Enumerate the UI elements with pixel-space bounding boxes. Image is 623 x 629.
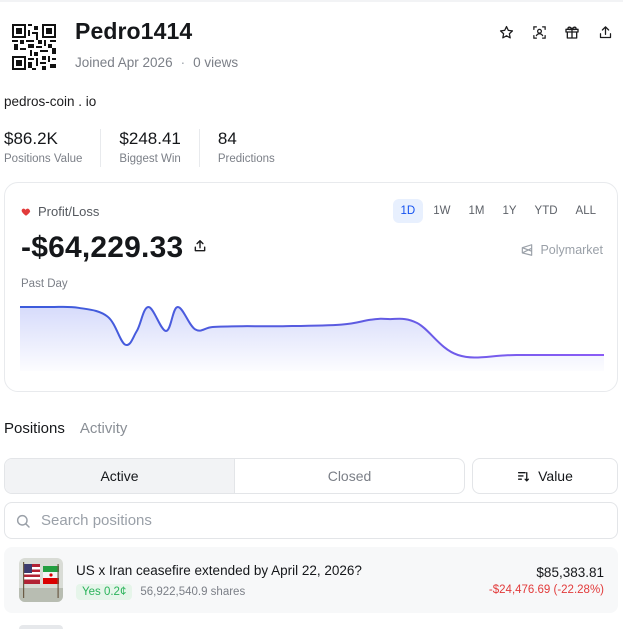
profile-bio: pedros-coin . io xyxy=(4,94,97,109)
position-value: $85,383.81 xyxy=(536,565,604,580)
profile-username: Pedro1414 xyxy=(75,18,193,44)
range-1w[interactable]: 1W xyxy=(425,199,458,223)
joined-date: Joined Apr 2026 xyxy=(75,55,173,70)
search-bar xyxy=(4,502,618,539)
share-icon[interactable] xyxy=(193,239,207,253)
meta-separator: · xyxy=(180,55,186,70)
range-ytd[interactable]: YTD xyxy=(527,199,566,223)
profile-meta: Joined Apr 2026 · 0 views xyxy=(75,55,238,70)
sort-label: Value xyxy=(538,468,573,484)
range-1y[interactable]: 1Y xyxy=(494,199,524,223)
stat-value: $248.41 xyxy=(119,129,181,148)
stat-biggest-win: $248.41 Biggest Win xyxy=(119,129,200,167)
qr-code-avatar xyxy=(12,24,56,70)
profit-loss-chart xyxy=(20,305,604,371)
profit-loss-card: Profit/Loss 1D 1W 1M 1Y YTD ALL -$64,229… xyxy=(4,182,618,392)
polymarket-label: Polymarket xyxy=(540,243,603,257)
time-range-selector: 1D 1W 1M 1Y YTD ALL xyxy=(392,199,604,223)
stat-positions-value: $86.2K Positions Value xyxy=(4,129,102,167)
position-status-toggle: Active Closed xyxy=(4,458,465,494)
sort-icon xyxy=(518,471,530,481)
tab-positions[interactable]: Positions xyxy=(4,420,65,437)
stat-label: Biggest Win xyxy=(119,153,181,165)
stat-predictions: 84 Predictions xyxy=(218,129,293,167)
polymarket-logo-icon xyxy=(522,244,533,256)
profile-stats: $86.2K Positions Value $248.41 Biggest W… xyxy=(4,129,311,167)
position-row[interactable]: US x Iran ceasefire extended by April 22… xyxy=(4,547,618,613)
position-change: -$24,476.69 (-22.28%) xyxy=(488,584,604,596)
outcome-badge: Yes 0.2¢ xyxy=(76,584,133,600)
market-thumbnail xyxy=(19,558,63,602)
view-count: 0 views xyxy=(193,55,239,70)
gift-icon[interactable] xyxy=(564,22,580,42)
sort-value-button[interactable]: Value xyxy=(472,458,618,494)
profit-loss-label: Profit/Loss xyxy=(38,204,100,219)
next-position-thumbnail xyxy=(19,625,63,629)
search-icon xyxy=(16,514,30,528)
range-all[interactable]: ALL xyxy=(568,199,604,223)
period-label: Past Day xyxy=(21,278,68,290)
share-icon[interactable] xyxy=(597,22,613,42)
stat-value: 84 xyxy=(217,129,237,148)
filter-closed-button[interactable]: Closed xyxy=(235,459,464,493)
star-icon[interactable] xyxy=(498,22,514,42)
stat-label: Positions Value xyxy=(4,153,83,165)
heart-icon xyxy=(21,208,31,216)
share-count: 56,922,540.9 shares xyxy=(140,586,246,598)
tab-activity[interactable]: Activity xyxy=(80,420,128,437)
stat-value: $86.2K xyxy=(4,129,58,148)
profit-loss-value-row: -$64,229.33 xyxy=(21,231,207,265)
position-details: Yes 0.2¢ 56,922,540.9 shares xyxy=(76,584,245,600)
header-actions xyxy=(498,22,613,42)
scan-face-icon[interactable] xyxy=(531,22,547,42)
profit-loss-value: -$64,229.33 xyxy=(21,231,184,264)
market-title: US x Iran ceasefire extended by April 22… xyxy=(76,563,362,578)
polymarket-brand: Polymarket xyxy=(520,243,603,257)
range-1m[interactable]: 1M xyxy=(460,199,492,223)
range-1d[interactable]: 1D xyxy=(392,199,424,223)
profit-loss-header: Profit/Loss xyxy=(21,204,99,219)
top-divider xyxy=(0,0,623,2)
search-input[interactable] xyxy=(41,512,581,529)
filter-active-button[interactable]: Active xyxy=(5,459,235,493)
stat-label: Predictions xyxy=(217,153,275,165)
profile-tabs: Positions Activity xyxy=(4,420,127,437)
